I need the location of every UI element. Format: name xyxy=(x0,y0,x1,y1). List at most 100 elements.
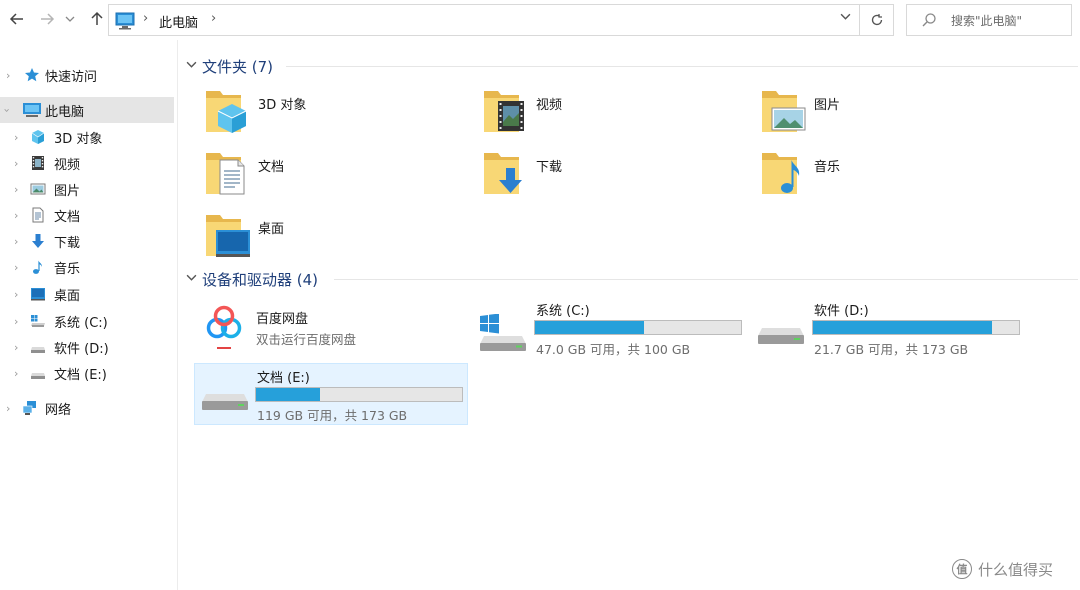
sidebar-item-label: 网络 xyxy=(45,402,72,418)
chevron-down-icon xyxy=(65,16,75,22)
collapse-arrow-icon[interactable]: › xyxy=(1,108,14,112)
folder-3d-objects[interactable]: 3D 对象 xyxy=(204,86,464,144)
breadcrumb-separator: › xyxy=(211,11,217,26)
refresh-button[interactable] xyxy=(860,4,894,36)
sidebar-item-label: 桌面 xyxy=(54,288,81,304)
watermark-logo: 值 xyxy=(952,559,972,579)
back-arrow-icon xyxy=(9,13,23,25)
expand-arrow-icon[interactable]: › xyxy=(14,183,18,196)
drive-usage-bar xyxy=(255,387,463,402)
expand-arrow-icon[interactable]: › xyxy=(14,367,18,380)
this-pc-icon xyxy=(23,103,41,117)
drive-name: 文档 (E:) xyxy=(257,371,310,386)
expand-arrow-icon[interactable]: › xyxy=(6,402,10,415)
expand-arrow-icon[interactable]: › xyxy=(14,235,18,248)
expand-arrow-icon[interactable]: › xyxy=(14,209,18,222)
search-box[interactable]: 搜索"此电脑" xyxy=(906,4,1072,36)
drive-d[interactable]: 软件 (D:) 21.7 GB 可用，共 173 GB xyxy=(752,298,1022,360)
baidu-netdisk-icon xyxy=(201,303,247,353)
chevron-down-icon xyxy=(840,13,851,20)
sidebar-item-label: 视频 xyxy=(54,157,81,173)
drive-name: 系统 (C:) xyxy=(536,304,590,319)
folder-desktop[interactable]: 桌面 xyxy=(204,210,464,268)
documents-icon xyxy=(32,207,44,223)
sidebar-item-3d-objects[interactable]: › 3D 对象 xyxy=(0,124,174,150)
forward-button[interactable] xyxy=(36,8,58,30)
section-title: 设备和驱动器 (4) xyxy=(202,270,319,289)
sidebar-item-desktop[interactable]: › 桌面 xyxy=(0,281,174,307)
folder-pictures[interactable]: 图片 xyxy=(760,86,1020,144)
sidebar-item-music[interactable]: › 音乐 xyxy=(0,254,174,280)
sidebar-item-videos[interactable]: › 视频 xyxy=(0,150,174,176)
folders-section-header[interactable]: 文件夹 (7) xyxy=(186,55,273,77)
hard-drive-icon xyxy=(758,328,804,344)
video-icon xyxy=(32,156,44,170)
pictures-icon xyxy=(762,91,806,132)
sidebar-item-documents[interactable]: › 文档 xyxy=(0,202,174,228)
expand-arrow-icon[interactable]: › xyxy=(14,131,18,144)
sidebar-item-label: 系统 (C:) xyxy=(54,315,108,331)
music-note-icon xyxy=(33,260,42,274)
search-placeholder: 搜索"此电脑" xyxy=(951,14,1023,28)
watermark-text: 什么值得买 xyxy=(978,560,1054,579)
hard-drive-icon xyxy=(202,394,248,410)
folder-label: 图片 xyxy=(814,98,841,113)
expand-arrow-icon[interactable]: › xyxy=(14,341,18,354)
3d-objects-icon xyxy=(206,91,247,133)
folder-label: 视频 xyxy=(536,98,563,113)
section-divider xyxy=(334,279,1078,280)
sidebar-item-label: 文档 (E:) xyxy=(54,367,107,383)
collapse-chevron-icon[interactable] xyxy=(186,272,202,286)
video-icon xyxy=(484,91,524,132)
folder-videos[interactable]: 视频 xyxy=(482,86,742,144)
up-button[interactable] xyxy=(86,8,108,30)
breadcrumb-separator: › xyxy=(143,11,149,26)
sidebar-item-drive-c[interactable]: › 系统 (C:) xyxy=(0,308,174,334)
hard-drive-icon xyxy=(31,373,45,379)
address-history-button[interactable] xyxy=(840,11,851,25)
recent-locations-button[interactable] xyxy=(62,8,78,30)
drive-name: 软件 (D:) xyxy=(814,304,869,319)
drive-e[interactable]: 文档 (E:) 119 GB 可用，共 173 GB xyxy=(194,363,468,425)
baidu-netdisk-item[interactable]: 百度网盘 双击运行百度网盘 xyxy=(196,298,466,360)
sidebar-item-label: 音乐 xyxy=(54,261,81,277)
system-drive-icon xyxy=(31,315,45,327)
folder-music[interactable]: 音乐 xyxy=(760,148,1020,206)
baidu-netdisk-name: 百度网盘 xyxy=(256,312,309,327)
sidebar-item-label: 3D 对象 xyxy=(54,131,103,147)
sidebar-item-pictures[interactable]: › 图片 xyxy=(0,176,174,202)
expand-arrow-icon[interactable]: › xyxy=(14,157,18,170)
forward-arrow-icon xyxy=(41,13,55,25)
folder-documents[interactable]: 文档 xyxy=(204,148,464,206)
expand-arrow-icon[interactable]: › xyxy=(14,261,18,274)
sidebar-item-label: 图片 xyxy=(54,183,81,199)
folder-downloads[interactable]: 下载 xyxy=(482,148,742,206)
sidebar-item-quick-access[interactable]: › 快速访问 xyxy=(0,62,174,88)
expand-arrow-icon[interactable]: › xyxy=(6,69,10,82)
sidebar-item-this-pc[interactable]: › 此电脑 xyxy=(0,97,174,123)
section-title: 文件夹 (7) xyxy=(202,57,274,76)
drive-usage-bar xyxy=(812,320,1020,335)
sidebar-item-label: 快速访问 xyxy=(45,69,98,85)
sidebar-item-downloads[interactable]: › 下载 xyxy=(0,228,174,254)
drive-c[interactable]: 系统 (C:) 47.0 GB 可用，共 100 GB xyxy=(474,298,744,360)
expand-arrow-icon[interactable]: › xyxy=(14,315,18,328)
folder-label: 桌面 xyxy=(258,222,285,237)
address-bar[interactable]: › 此电脑 › xyxy=(108,4,860,36)
site-watermark: 值 什么值得买 xyxy=(952,556,1076,582)
collapse-chevron-icon[interactable] xyxy=(186,59,202,73)
expand-arrow-icon[interactable]: › xyxy=(14,288,18,301)
sidebar-item-drive-e[interactable]: › 文档 (E:) xyxy=(0,360,174,386)
up-arrow-icon xyxy=(91,11,103,25)
refresh-icon xyxy=(871,14,882,26)
hard-drive-icon xyxy=(31,347,45,353)
back-button[interactable] xyxy=(6,8,28,30)
star-icon xyxy=(25,68,39,82)
sidebar-item-network[interactable]: › 网络 xyxy=(0,395,174,421)
drive-usage-fill xyxy=(813,321,993,334)
sidebar-item-drive-d[interactable]: › 软件 (D:) xyxy=(0,334,174,360)
downloads-icon xyxy=(484,153,522,194)
breadcrumb-this-pc[interactable]: 此电脑 xyxy=(159,12,198,31)
devices-section-header[interactable]: 设备和驱动器 (4) xyxy=(186,268,318,290)
folder-label: 文档 xyxy=(258,160,285,175)
